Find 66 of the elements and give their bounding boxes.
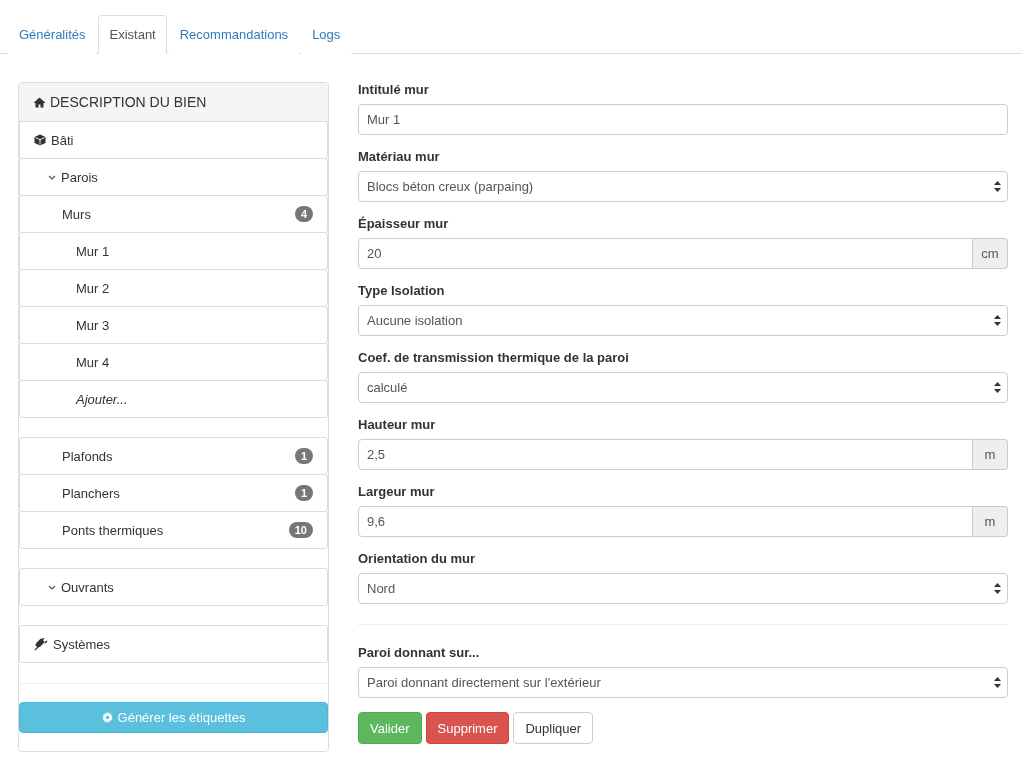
item-label: Ponts thermiques bbox=[62, 522, 165, 538]
count-badge: 1 bbox=[294, 485, 313, 501]
unit-addon: m bbox=[973, 506, 1008, 537]
sidebar-item[interactable]: Planchers 1 bbox=[19, 474, 328, 512]
select-arrows-icon bbox=[994, 382, 1001, 393]
delete-button[interactable]: Supprimer bbox=[425, 712, 510, 744]
sidebar-item[interactable]: Mur 1 bbox=[19, 232, 328, 270]
item-label: Ajouter... bbox=[76, 391, 129, 407]
select-arrows-icon bbox=[994, 315, 1001, 326]
unit-addon: m bbox=[973, 439, 1008, 470]
field-label: Coef. de transmission thermique de la paroi bbox=[358, 350, 630, 366]
item-label: Ouvrants bbox=[61, 579, 115, 595]
item-label: Bâti bbox=[51, 132, 75, 148]
unit-addon: cm bbox=[973, 238, 1008, 269]
chevron-down-icon bbox=[48, 174, 56, 180]
sidebar-item[interactable]: Parois bbox=[19, 158, 328, 196]
count-badge: 4 bbox=[294, 206, 313, 222]
select-field[interactable]: Blocs béton creux (parpaing) bbox=[358, 171, 1008, 202]
sidebar-item[interactable]: Ponts thermiques 10 bbox=[19, 511, 328, 549]
select-field[interactable]: Aucune isolation bbox=[358, 305, 1008, 336]
item-label: Mur 2 bbox=[76, 280, 111, 296]
cube-icon bbox=[34, 134, 46, 146]
gear-icon bbox=[101, 712, 113, 723]
input-field[interactable]: 20 bbox=[358, 238, 973, 269]
select-arrows-icon bbox=[994, 583, 1001, 594]
add-item[interactable]: Ajouter... bbox=[19, 380, 328, 418]
select-field[interactable]: Nord bbox=[358, 573, 1008, 604]
sidebar-item[interactable]: Mur 4 bbox=[19, 343, 328, 381]
count-badge: 1 bbox=[294, 448, 313, 464]
select-field[interactable]: Paroi donnant directement sur l'extérieur bbox=[358, 667, 1008, 698]
field-label: Largeur mur bbox=[358, 484, 436, 500]
chevron-down-icon bbox=[48, 584, 56, 590]
item-label: Mur 3 bbox=[76, 317, 111, 333]
item-label: Murs bbox=[62, 206, 92, 222]
item-label: Plafonds bbox=[62, 448, 114, 464]
item-label: Systèmes bbox=[53, 636, 112, 652]
sidebar-item[interactable]: Bâti bbox=[19, 121, 328, 159]
select-arrows-icon bbox=[994, 181, 1001, 192]
field-label: Orientation du mur bbox=[358, 551, 476, 567]
field-label: Type Isolation bbox=[358, 283, 446, 299]
home-icon bbox=[33, 96, 46, 108]
field-label: Intitulé mur bbox=[358, 82, 430, 98]
field-label: Hauteur mur bbox=[358, 417, 437, 433]
sidebar-item[interactable]: Mur 3 bbox=[19, 306, 328, 344]
item-label: Planchers bbox=[62, 485, 121, 501]
sidebar-item[interactable]: Murs 4 bbox=[19, 195, 328, 233]
sidebar-item[interactable]: Plafonds 1 bbox=[19, 437, 328, 475]
field-label: Paroi donnant sur... bbox=[358, 645, 481, 661]
input-field[interactable]: 2,5 bbox=[358, 439, 973, 470]
item-label: Parois bbox=[61, 169, 99, 185]
item-label: Mur 4 bbox=[76, 354, 111, 370]
sidebar-item[interactable]: Ouvrants bbox=[19, 568, 328, 606]
sidebar-item[interactable]: Mur 2 bbox=[19, 269, 328, 307]
field-label: Épaisseur mur bbox=[358, 216, 450, 232]
plug-icon bbox=[34, 637, 48, 651]
duplicate-button[interactable]: Dupliquer bbox=[513, 712, 594, 744]
select-field[interactable]: calculé bbox=[358, 372, 1008, 403]
input-field[interactable]: Mur 1 bbox=[358, 104, 1008, 135]
field-label: Matériau mur bbox=[358, 149, 441, 165]
sidebar-item[interactable]: Systèmes bbox=[19, 625, 328, 663]
select-arrows-icon bbox=[994, 677, 1001, 688]
tab[interactable]: Existant bbox=[98, 15, 167, 54]
panel-title: DESCRIPTION DU BIEN bbox=[50, 94, 207, 110]
input-field[interactable]: 9,6 bbox=[358, 506, 973, 537]
count-badge: 10 bbox=[288, 522, 313, 538]
item-label: Mur 1 bbox=[76, 243, 111, 259]
